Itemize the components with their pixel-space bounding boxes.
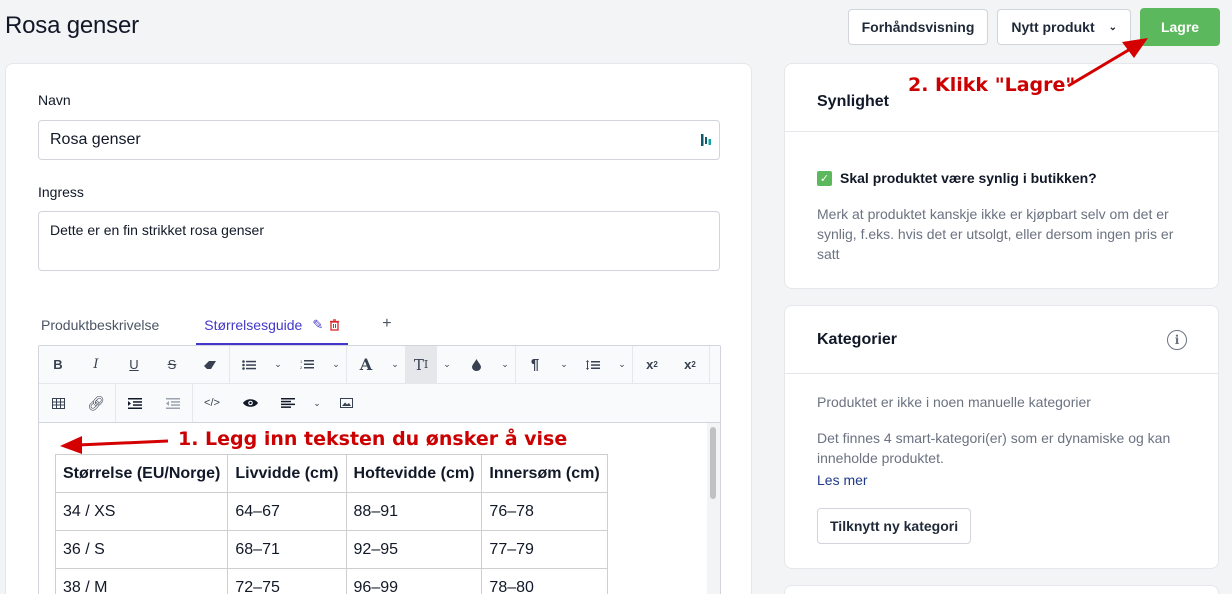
- annotation-arrow-icon: [60, 436, 169, 454]
